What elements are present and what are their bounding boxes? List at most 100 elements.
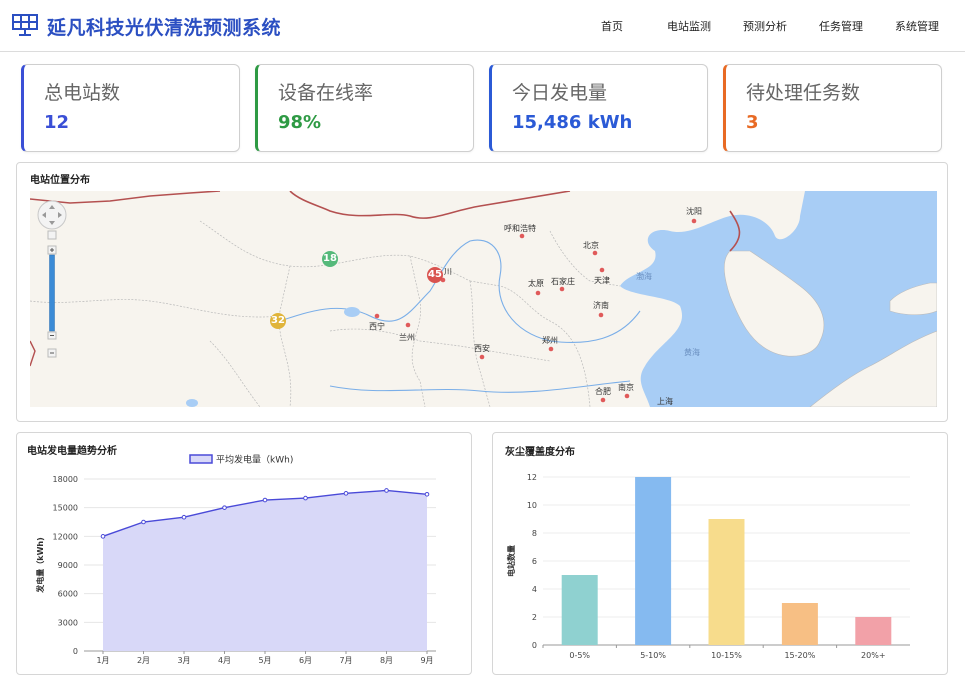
stat-value: 12 <box>44 112 70 133</box>
y-tick-label: 6 <box>532 557 537 566</box>
zoom-reset-icon[interactable] <box>47 230 57 240</box>
y-axis-label: 发电量（kWh) <box>35 537 45 594</box>
bar-chart-title: 灰尘覆盖度分布 <box>505 447 575 458</box>
data-point[interactable] <box>100 534 106 539</box>
stat-card-pending-tasks: 待处理任务数 3 <box>723 64 942 152</box>
city-label-xining: 西宁 <box>369 322 385 331</box>
nav-station-monitoring[interactable]: 电站监测 <box>667 18 711 34</box>
x-tick-label: 15-20% <box>784 651 815 660</box>
y-tick-label: 12 <box>527 473 537 482</box>
y-tick-label: 0 <box>73 647 78 656</box>
y-tick-label: 8 <box>532 529 537 538</box>
x-tick-label: 2月 <box>137 656 150 665</box>
solar-panel-logo-icon <box>12 14 38 36</box>
stat-label: 待处理任务数 <box>746 82 861 104</box>
station-cluster-marker[interactable]: 18 <box>322 251 338 267</box>
city-label-lanzhou: 兰州 <box>399 333 415 342</box>
city-label-zhengzhou: 郑州 <box>542 336 558 345</box>
bar[interactable] <box>855 617 892 645</box>
station-cluster-marker[interactable]: 32 <box>270 313 286 329</box>
city-label-hohhot: 呼和浩特 <box>504 224 536 233</box>
y-tick-label: 18000 <box>53 475 78 484</box>
bar[interactable] <box>781 603 818 645</box>
y-tick-label: 12000 <box>53 532 78 541</box>
series-area <box>103 490 427 651</box>
bar[interactable] <box>635 477 672 645</box>
legend-label[interactable]: 平均发电量（kWh) <box>216 454 293 466</box>
stat-value: 15,486 kWh <box>512 112 633 133</box>
x-tick-label: 0-5% <box>569 651 590 660</box>
zoom-slider-track[interactable] <box>49 254 55 332</box>
data-point[interactable] <box>384 488 389 493</box>
province-boundaries <box>30 220 621 407</box>
data-point[interactable] <box>141 519 146 525</box>
map-zoom-control <box>37 200 67 358</box>
city-label-jinan: 济南 <box>593 301 609 310</box>
y-tick-label: 0 <box>532 641 537 650</box>
x-tick-label: 5月 <box>258 656 271 665</box>
data-point[interactable] <box>343 491 349 496</box>
nav-system-management[interactable]: 系统管理 <box>895 18 939 34</box>
map-base <box>30 191 937 407</box>
data-point[interactable] <box>424 491 430 497</box>
city-label-tianjin: 天津 <box>594 276 610 285</box>
stat-card-total-stations: 总电站数 12 <box>21 64 240 152</box>
data-point[interactable] <box>222 505 227 510</box>
nav-home[interactable]: 首页 <box>601 18 623 34</box>
legend-swatch[interactable] <box>189 454 213 464</box>
x-tick-label: 8月 <box>380 656 393 665</box>
city-label-shanghai: 上海 <box>657 397 673 406</box>
nav-task-management[interactable]: 任务管理 <box>819 18 863 34</box>
x-tick-label: 5-10% <box>640 651 666 660</box>
station-cluster-marker[interactable]: 45 <box>427 267 443 283</box>
map-panel-title: 电站位置分布 <box>30 175 90 186</box>
data-point[interactable] <box>181 514 187 520</box>
x-tick-label: 7月 <box>339 656 352 665</box>
generation-trend-chart: 平均发电量（kWh) 0 3000 6000 9000 12000 15000 18000 1月… <box>35 454 436 665</box>
stat-value: 98% <box>278 112 322 133</box>
top-header: 延凡科技光伏清洗预测系统 首页 电站监测 预测分析 任务管理 系统管理 <box>0 0 965 52</box>
bar[interactable] <box>708 519 745 645</box>
city-label-shenyang: 沈阳 <box>686 207 702 216</box>
app-title: 延凡科技光伏清洗预测系统 <box>47 17 282 39</box>
city-label-nanjing: 南京 <box>618 383 634 392</box>
city-label-beijing: 北京 <box>583 241 599 250</box>
x-tick-label: 6月 <box>299 656 312 665</box>
y-tick-label: 15000 <box>53 504 78 513</box>
x-tick-label: 1月 <box>96 656 109 665</box>
stat-value: 3 <box>746 112 759 133</box>
city-label-xian: 西安 <box>474 344 490 353</box>
x-tick-label: 10-15% <box>711 651 742 660</box>
data-point[interactable] <box>262 497 268 503</box>
y-tick-label: 2 <box>532 613 537 622</box>
dust-coverage-chart: 0 2 4 6 8 10 12 0-5% 5-10% 10-15% 15-20% 20%+ 电站数量 <box>506 473 910 660</box>
border-line-west <box>30 340 36 367</box>
stat-card-today-generation: 今日发电量 15,486 kWh <box>489 64 708 152</box>
x-tick-label: 3月 <box>177 656 190 665</box>
y-tick-label: 6000 <box>58 590 78 599</box>
bar[interactable] <box>561 575 598 645</box>
sea-label-yellow-sea: 黄海 <box>684 348 700 357</box>
nav-forecast-analysis[interactable]: 预测分析 <box>743 18 787 34</box>
x-tick-label: 4月 <box>218 656 231 665</box>
x-tick-label: 9月 <box>420 656 433 665</box>
city-label-hefei: 合肥 <box>595 387 611 396</box>
city-label-taiyuan: 太原 <box>528 279 544 288</box>
stat-label: 设备在线率 <box>278 82 374 104</box>
stat-label: 总电站数 <box>44 82 121 104</box>
stat-card-online-rate: 设备在线率 98% <box>255 64 474 152</box>
city-label-chuan: 川 <box>444 267 452 276</box>
sea-label-bohai: 渤海 <box>636 272 652 281</box>
y-tick-label: 3000 <box>58 618 78 627</box>
y-tick-label: 9000 <box>58 561 78 570</box>
stat-label: 今日发电量 <box>512 82 608 104</box>
city-label-shijiazhuang: 石家庄 <box>551 277 575 286</box>
lake <box>186 399 198 407</box>
border-line <box>30 191 741 252</box>
data-point[interactable] <box>303 495 308 501</box>
station-map[interactable] <box>30 191 937 407</box>
y-axis-label: 电站数量 <box>506 545 516 577</box>
y-tick-label: 4 <box>532 585 537 594</box>
lake <box>344 307 360 317</box>
y-tick-label: 10 <box>527 501 537 510</box>
